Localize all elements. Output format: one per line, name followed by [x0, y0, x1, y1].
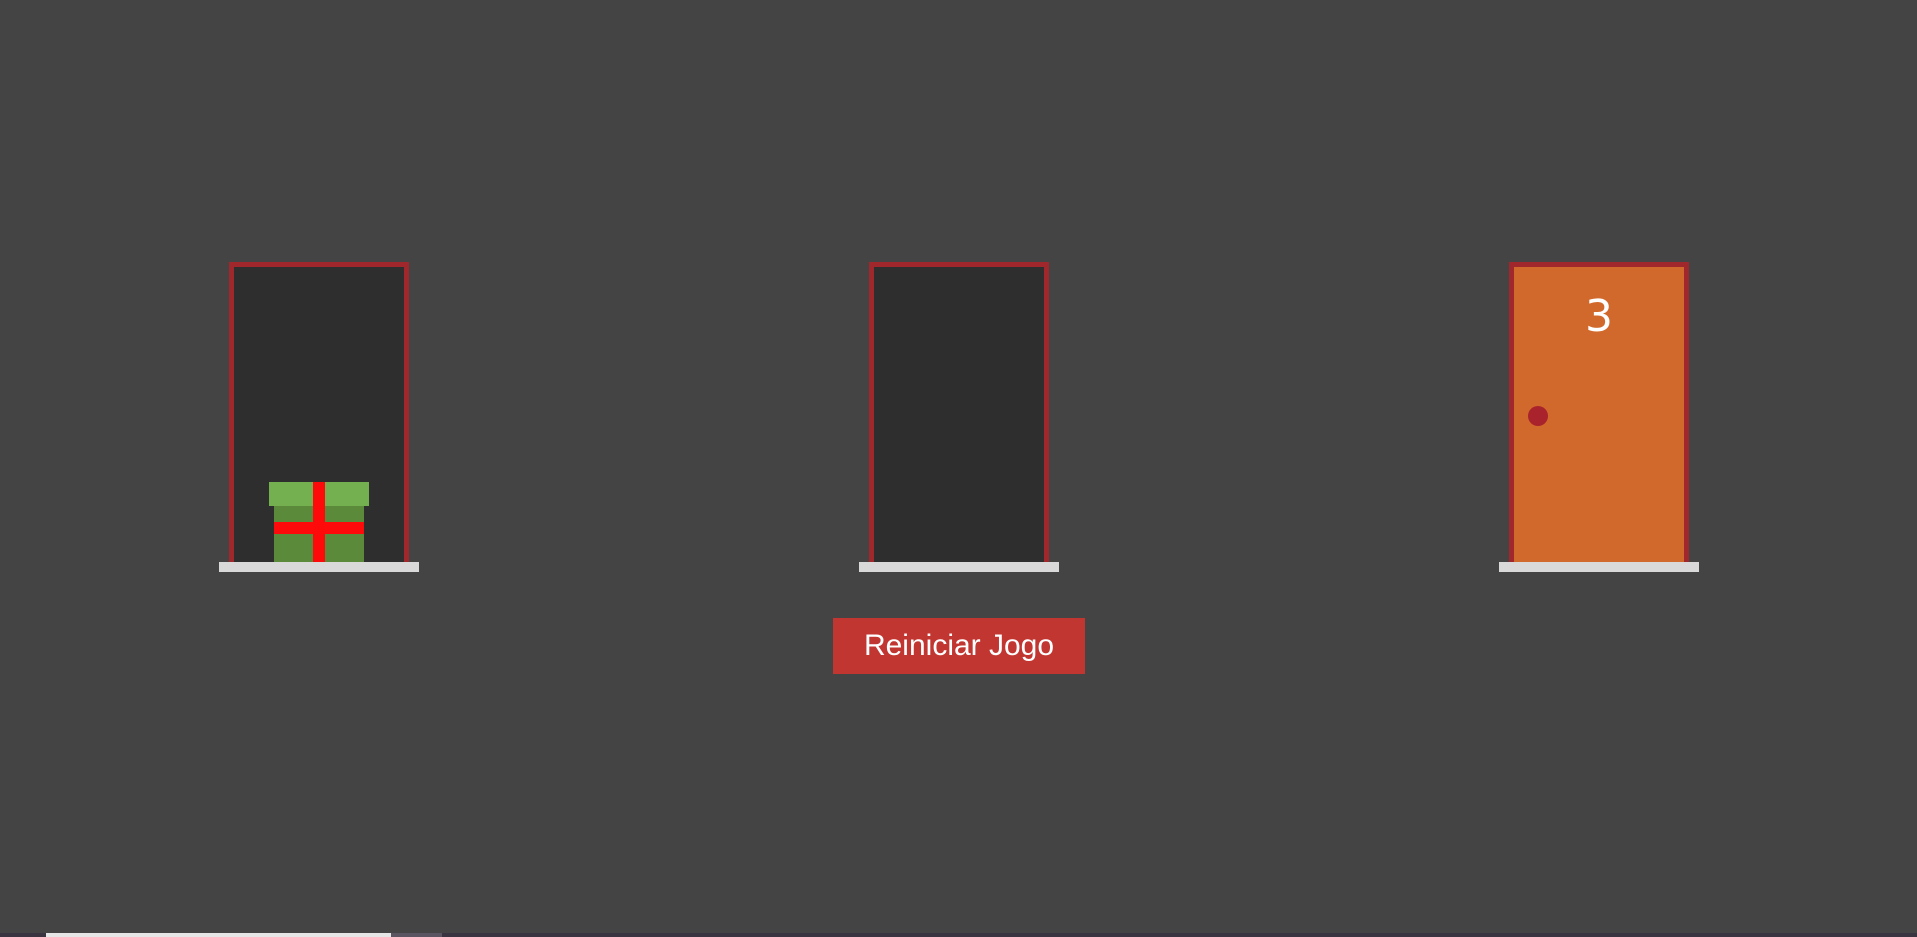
- door-3-number: 3: [1585, 291, 1613, 342]
- door-2[interactable]: [859, 262, 1059, 573]
- door-3-sill: [1499, 562, 1699, 572]
- bottom-scroll-bar[interactable]: [0, 933, 1917, 937]
- game-stage: 3 Reiniciar Jogo: [0, 0, 1917, 937]
- gift-ribbon-vertical: [313, 482, 325, 566]
- gift-icon: [269, 482, 369, 566]
- door-2-opening: [869, 262, 1049, 566]
- restart-game-button[interactable]: Reiniciar Jogo: [833, 618, 1085, 674]
- door-1-sill: [219, 562, 419, 572]
- bottom-scroll-thumb[interactable]: [46, 933, 391, 937]
- door-1[interactable]: [219, 262, 419, 573]
- door-3-frame: 3: [1509, 262, 1689, 566]
- door-1-opening: [229, 262, 409, 566]
- door-knob-icon: [1528, 406, 1548, 426]
- door-2-sill: [859, 562, 1059, 572]
- bottom-scroll-segment: [391, 933, 442, 937]
- door-3[interactable]: 3: [1499, 262, 1699, 573]
- door-3-panel[interactable]: 3: [1514, 267, 1684, 566]
